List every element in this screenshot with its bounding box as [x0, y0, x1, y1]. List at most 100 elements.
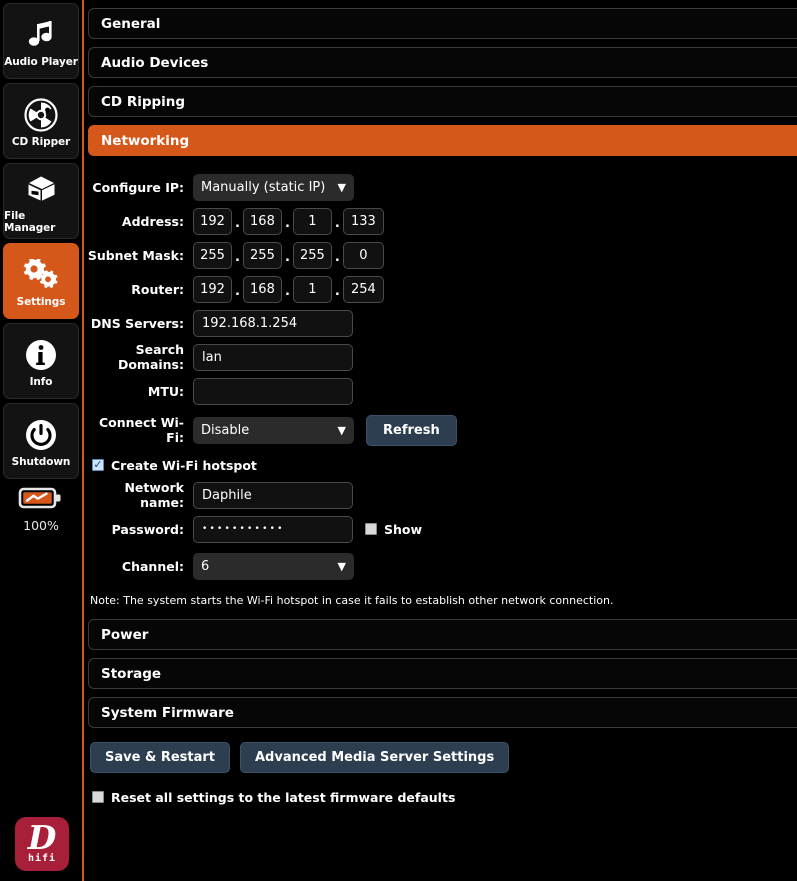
sidebar-item-audio-player[interactable]: Audio Player	[3, 3, 79, 79]
row-network-name: Network name: Daphile	[84, 478, 797, 512]
panel-header-cd-ripping[interactable]: CD Ripping	[88, 86, 797, 117]
row-connect-wifi: Connect Wi-Fi: Disable ▼ Refresh	[84, 408, 797, 452]
sidebar-item-label: Settings	[16, 295, 66, 308]
sidebar-item-label: File Manager	[4, 209, 56, 234]
sidebar-item-label: Audio Player	[4, 55, 78, 68]
panel-header-general[interactable]: General	[88, 8, 797, 39]
octet-separator: .	[284, 283, 290, 299]
battery-charging-icon	[18, 485, 64, 515]
sidebar-item-label: Shutdown	[11, 455, 71, 468]
panel-title: Power	[101, 626, 149, 643]
connect-wifi-label: Connect Wi-Fi:	[98, 415, 184, 445]
octet-separator: .	[334, 249, 340, 265]
mtu-label: MTU:	[147, 383, 184, 399]
logo-subtext: hifi	[27, 852, 57, 864]
subnet-octet-4[interactable]: 0	[342, 241, 384, 269]
channel-value: 6	[201, 558, 210, 574]
sidebar: Audio Player CD Ripper File Manager Sett…	[0, 0, 84, 881]
panel-header-audio-devices[interactable]: Audio Devices	[88, 47, 797, 78]
mtu-input[interactable]	[193, 377, 353, 405]
row-configure-ip: Configure IP: Manually (static IP) ▼	[84, 170, 797, 204]
router-octet-1[interactable]: 192	[193, 275, 232, 303]
address-octet-1[interactable]: 192	[193, 207, 232, 235]
chevron-down-icon: ▼	[337, 559, 346, 573]
panel-header-networking[interactable]: Networking	[88, 125, 797, 156]
row-create-hotspot: ✓ Create Wi-Fi hotspot	[92, 452, 797, 478]
panel-title: Networking	[101, 132, 190, 149]
sidebar-item-file-manager[interactable]: File Manager	[3, 163, 79, 239]
show-password-checkbox[interactable]	[365, 523, 377, 535]
password-masked-value: •••••••••••	[202, 524, 285, 534]
row-subnet-mask: Subnet Mask: 255 . 255 . 255 . 0	[84, 238, 797, 272]
cd-disc-icon	[23, 95, 59, 135]
address-label: Address:	[121, 213, 184, 229]
subnet-octet-2[interactable]: 255	[242, 241, 282, 269]
address-octet-3[interactable]: 1	[292, 207, 332, 235]
sidebar-item-label: CD Ripper	[11, 135, 71, 148]
networking-panel-body: Configure IP: Manually (static IP) ▼ Add…	[84, 164, 797, 619]
configure-ip-value: Manually (static IP)	[201, 179, 326, 195]
reset-settings-label: Reset all settings to the latest firmwar…	[111, 789, 456, 805]
network-name-input[interactable]: Daphile	[193, 481, 353, 509]
router-octet-2[interactable]: 168	[242, 275, 282, 303]
logo-letter: D	[27, 817, 57, 857]
save-restart-button[interactable]: Save & Restart	[90, 742, 230, 773]
panel-title: Audio Devices	[101, 54, 209, 71]
checkmark-icon: ✓	[93, 458, 103, 471]
octet-separator: .	[235, 215, 240, 231]
channel-select[interactable]: 6 ▼	[193, 552, 354, 580]
search-domains-input[interactable]: lan	[193, 343, 353, 371]
panel-header-power[interactable]: Power	[88, 619, 797, 650]
info-circle-icon	[24, 335, 58, 375]
app-window: Audio Player CD Ripper File Manager Sett…	[0, 0, 797, 881]
create-hotspot-checkbox[interactable]: ✓	[92, 459, 104, 471]
panel-title: Storage	[101, 665, 162, 682]
app-logo: D hifi	[0, 817, 84, 871]
address-octet-4[interactable]: 133	[342, 207, 384, 235]
row-channel: Channel: 6 ▼	[84, 546, 797, 586]
daphile-logo-icon: D hifi	[15, 817, 69, 871]
settings-content: General Audio Devices CD Ripping Network…	[84, 0, 797, 881]
dns-servers-input[interactable]: 192.168.1.254	[193, 309, 353, 337]
refresh-button[interactable]: Refresh	[366, 414, 457, 446]
sidebar-item-info[interactable]: Info	[3, 323, 79, 399]
password-input[interactable]: •••••••••••	[193, 515, 353, 543]
row-dns-servers: DNS Servers: 192.168.1.254	[84, 306, 797, 340]
row-password: Password: ••••••••••• Show	[84, 512, 797, 546]
reset-settings-checkbox[interactable]	[92, 791, 104, 803]
row-search-domains: Search Domains: lan	[84, 340, 797, 374]
password-label: Password:	[111, 521, 184, 537]
sidebar-item-shutdown[interactable]: Shutdown	[3, 403, 79, 479]
chevron-down-icon: ▼	[337, 180, 346, 194]
octet-separator: .	[284, 249, 290, 265]
subnet-octet-1[interactable]: 255	[193, 241, 232, 269]
sidebar-item-cd-ripper[interactable]: CD Ripper	[3, 83, 79, 159]
connect-wifi-value: Disable	[201, 422, 250, 438]
gears-icon	[22, 255, 60, 295]
row-mtu: MTU:	[84, 374, 797, 408]
channel-label: Channel:	[121, 558, 184, 574]
sidebar-item-settings[interactable]: Settings	[3, 243, 79, 319]
configure-ip-label: Configure IP:	[92, 179, 184, 195]
search-domains-label: Search Domains:	[117, 342, 184, 372]
sidebar-item-label: Info	[29, 375, 53, 388]
router-octet-4[interactable]: 254	[342, 275, 384, 303]
chevron-down-icon: ▼	[337, 423, 346, 437]
configure-ip-select[interactable]: Manually (static IP) ▼	[193, 173, 354, 201]
row-address: Address: 192 . 168 . 1 . 133	[84, 204, 797, 238]
connect-wifi-select[interactable]: Disable ▼	[193, 416, 354, 444]
subnet-octet-3[interactable]: 255	[292, 241, 332, 269]
octet-separator: .	[235, 249, 240, 265]
power-icon	[24, 415, 58, 455]
bottom-actions: Save & Restart Advanced Media Server Set…	[90, 742, 797, 773]
router-label: Router:	[131, 281, 184, 297]
router-octet-3[interactable]: 1	[292, 275, 332, 303]
create-hotspot-label: Create Wi-Fi hotspot	[111, 457, 257, 473]
battery-percent-label: 100%	[23, 518, 59, 533]
panel-title: CD Ripping	[101, 93, 186, 110]
panel-header-storage[interactable]: Storage	[88, 658, 797, 689]
address-octet-2[interactable]: 168	[242, 207, 282, 235]
panel-header-system-firmware[interactable]: System Firmware	[88, 697, 797, 728]
advanced-media-server-settings-button[interactable]: Advanced Media Server Settings	[240, 742, 510, 773]
octet-separator: .	[334, 215, 340, 231]
